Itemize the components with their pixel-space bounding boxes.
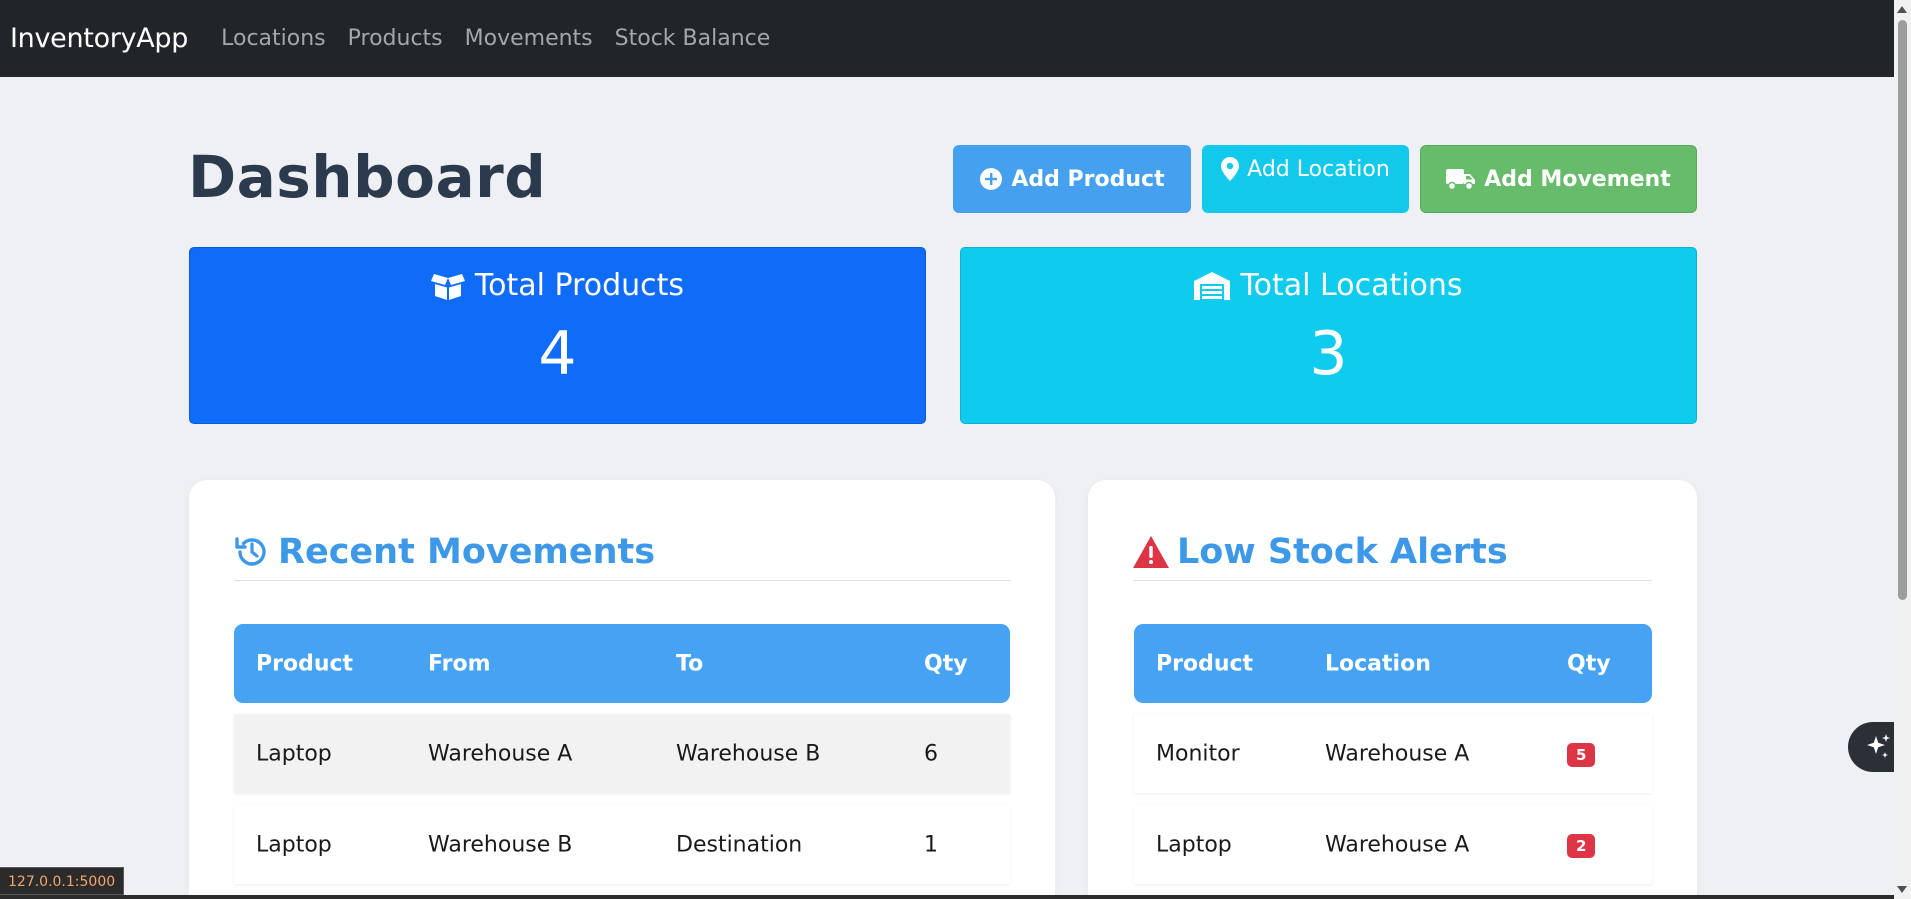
movement-product: Laptop bbox=[256, 741, 332, 766]
movements-table-header: Product From To Qty bbox=[234, 624, 1010, 703]
total-products-card: Total Products 4 bbox=[189, 247, 926, 424]
movement-product: Laptop bbox=[256, 832, 332, 857]
nav-link-products[interactable]: Products bbox=[348, 26, 443, 51]
total-locations-label: Total Locations bbox=[1240, 268, 1463, 303]
scrollbar-thumb[interactable] bbox=[1898, 20, 1907, 600]
nav-link-movements[interactable]: Movements bbox=[465, 26, 593, 51]
total-products-value: 4 bbox=[538, 319, 577, 389]
warehouse-icon bbox=[1194, 271, 1231, 300]
map-marker-icon bbox=[1221, 157, 1240, 181]
movements-col-from[interactable]: From bbox=[428, 651, 491, 676]
plus-circle-icon bbox=[980, 168, 1003, 190]
sparkle-icon bbox=[1867, 734, 1890, 758]
recent-movements-title: Recent Movements bbox=[278, 532, 656, 572]
recent-movements-heading: Recent Movements bbox=[234, 524, 1010, 581]
movements-col-to[interactable]: To bbox=[676, 651, 703, 676]
vertical-scrollbar[interactable] bbox=[1894, 0, 1911, 899]
movement-to: Destination bbox=[676, 832, 803, 857]
movement-from: Warehouse A bbox=[428, 741, 573, 766]
table-row[interactable]: Laptop Warehouse A Warehouse B 6 bbox=[234, 714, 1010, 793]
low-stock-alerts-heading: Low Stock Alerts bbox=[1133, 524, 1652, 581]
scroll-down-arrow-icon[interactable] bbox=[1897, 886, 1907, 893]
warning-triangle-icon bbox=[1133, 536, 1169, 568]
history-icon bbox=[235, 537, 266, 566]
add-location-button[interactable]: Add Location bbox=[1202, 145, 1409, 213]
alerts-col-product[interactable]: Product bbox=[1156, 651, 1253, 676]
nav-link-locations[interactable]: Locations bbox=[221, 26, 326, 51]
alert-product: Monitor bbox=[1156, 741, 1240, 766]
alerts-col-qty[interactable]: Qty bbox=[1567, 651, 1611, 676]
alert-qty-badge: 2 bbox=[1567, 832, 1596, 858]
brand-logo[interactable]: InventoryApp bbox=[10, 23, 188, 54]
alerts-col-location[interactable]: Location bbox=[1325, 651, 1431, 676]
window-bottom-edge bbox=[0, 895, 1894, 899]
movements-col-qty[interactable]: Qty bbox=[924, 651, 968, 676]
movement-qty: 1 bbox=[924, 832, 938, 857]
status-bar-url: 127.0.0.1:5000 bbox=[0, 867, 125, 895]
add-product-label: Add Product bbox=[1011, 166, 1165, 192]
total-products-label: Total Products bbox=[474, 268, 685, 303]
total-locations-value: 3 bbox=[1309, 319, 1348, 389]
top-navbar: InventoryApp Locations Products Movement… bbox=[0, 0, 1894, 77]
nav-link-stock-balance[interactable]: Stock Balance bbox=[615, 26, 771, 51]
alert-qty-badge: 5 bbox=[1567, 741, 1596, 767]
movement-from: Warehouse B bbox=[428, 832, 573, 857]
qty-badge: 2 bbox=[1567, 833, 1596, 858]
qty-badge: 5 bbox=[1567, 742, 1596, 767]
page-title: Dashboard bbox=[188, 143, 547, 211]
scroll-up-arrow-icon[interactable] bbox=[1897, 6, 1907, 13]
add-location-label: Add Location bbox=[1247, 157, 1390, 182]
truck-icon bbox=[1446, 169, 1476, 191]
movements-col-product[interactable]: Product bbox=[256, 651, 353, 676]
add-movement-label: Add Movement bbox=[1484, 166, 1671, 192]
page-viewport: InventoryApp Locations Products Movement… bbox=[0, 0, 1894, 899]
table-row[interactable]: Laptop Warehouse B Destination 1 bbox=[234, 805, 1010, 884]
alert-location: Warehouse A bbox=[1325, 741, 1470, 766]
low-stock-alerts-title: Low Stock Alerts bbox=[1177, 532, 1508, 572]
box-open-icon bbox=[430, 273, 465, 300]
alert-location: Warehouse A bbox=[1325, 832, 1470, 857]
movement-qty: 6 bbox=[924, 741, 938, 766]
alert-product: Laptop bbox=[1156, 832, 1232, 857]
table-row[interactable]: Laptop Warehouse A 2 bbox=[1134, 805, 1652, 884]
add-movement-button[interactable]: Add Movement bbox=[1420, 145, 1697, 213]
movement-to: Warehouse B bbox=[676, 741, 821, 766]
alerts-table-header: Product Location Qty bbox=[1134, 624, 1652, 703]
table-row[interactable]: Monitor Warehouse A 5 bbox=[1134, 714, 1652, 793]
add-product-button[interactable]: Add Product bbox=[953, 145, 1191, 213]
total-locations-card: Total Locations 3 bbox=[960, 247, 1697, 424]
